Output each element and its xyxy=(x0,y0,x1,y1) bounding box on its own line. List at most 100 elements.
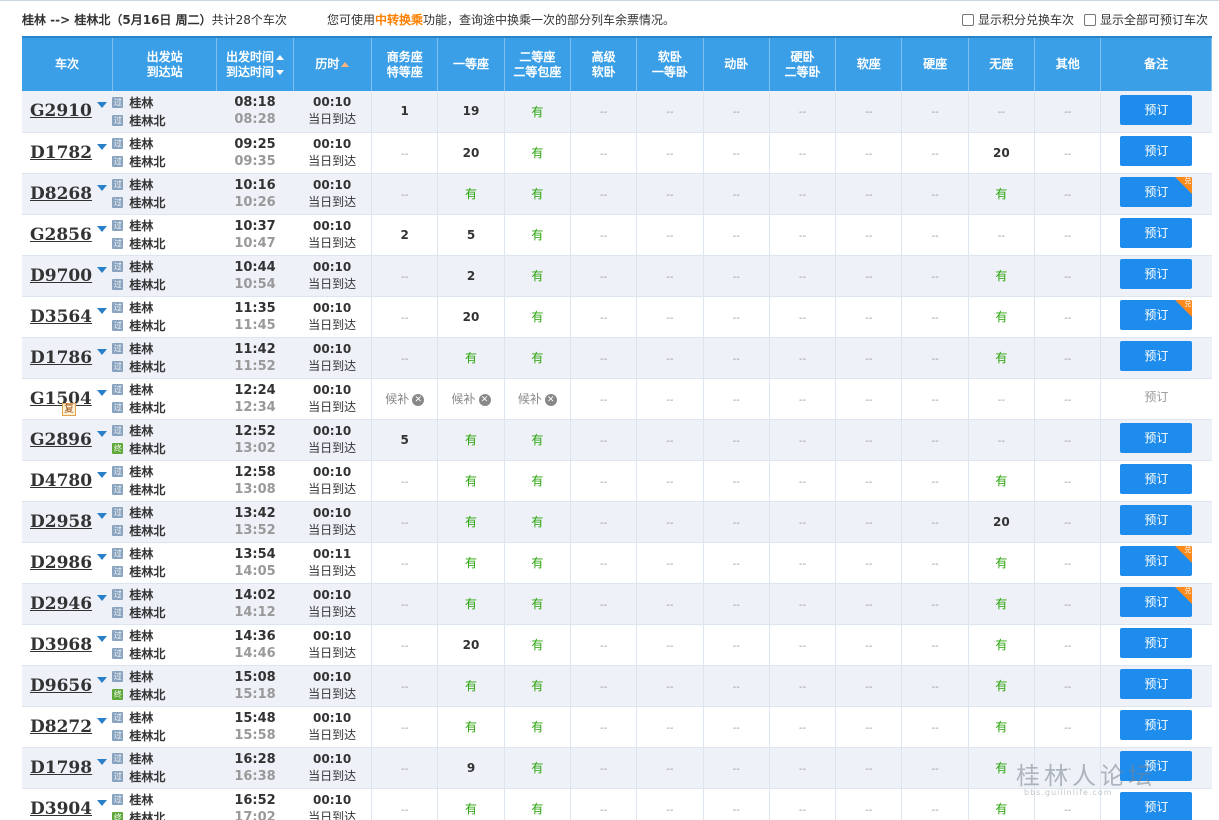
expand-stops-icon[interactable] xyxy=(97,512,107,519)
book-button[interactable]: 预订 xyxy=(1120,464,1193,494)
expand-stops-icon[interactable] xyxy=(97,799,107,806)
book-button[interactable]: 预订 xyxy=(1120,94,1193,125)
sort-up-icon[interactable] xyxy=(276,54,285,60)
expand-stops-icon[interactable] xyxy=(97,143,107,150)
book-button[interactable]: 预订兑 xyxy=(1120,300,1193,330)
seat-availability[interactable]: 候补 ✕ xyxy=(437,378,505,420)
seat-availability: 有 xyxy=(967,542,1035,584)
seat-availability: 有 xyxy=(503,337,571,379)
expand-stops-icon[interactable] xyxy=(97,307,107,314)
seat-availability: -- xyxy=(1034,214,1101,256)
arrival-station-name: 桂林北 xyxy=(129,401,166,415)
book-button[interactable]: 预订 xyxy=(1120,628,1193,658)
departure-station: 过桂林 xyxy=(112,381,216,399)
checkbox-icon[interactable] xyxy=(1084,13,1096,26)
train-number-link[interactable]: D1782 xyxy=(30,143,92,163)
book-button[interactable]: 预订 xyxy=(1120,136,1193,166)
expand-stops-icon[interactable] xyxy=(97,430,107,437)
train-number-link[interactable]: D1798 xyxy=(30,758,92,778)
book-button[interactable]: 预订 xyxy=(1120,792,1193,820)
expand-stops-icon[interactable] xyxy=(97,102,107,108)
train-number-link[interactable]: D3968 xyxy=(30,635,92,655)
header-time-sort[interactable]: 出发时间 到达时间 xyxy=(216,37,294,91)
waitlist-label[interactable]: 候补 ✕ xyxy=(518,392,557,406)
expand-stops-icon[interactable] xyxy=(97,676,107,683)
station-cell: 过桂林过桂林北 xyxy=(112,173,217,215)
seat-availability: -- xyxy=(371,132,438,174)
book-button[interactable]: 预订 xyxy=(1120,423,1193,453)
train-number-link[interactable]: D2986 xyxy=(30,553,92,573)
expand-stops-icon[interactable] xyxy=(97,348,107,355)
checkbox-icon[interactable] xyxy=(962,13,974,26)
seat-availability: -- xyxy=(702,378,770,420)
time-cell: 16:28 16:38 xyxy=(216,747,294,789)
train-number-link[interactable]: D1786 xyxy=(30,348,92,368)
seat-availability[interactable]: 候补 ✕ xyxy=(371,378,438,420)
train-number-link[interactable]: D3564 xyxy=(30,307,92,327)
train-number-link[interactable]: D8268 xyxy=(30,184,92,204)
book-button[interactable]: 预订兑 xyxy=(1120,177,1193,207)
book-button[interactable]: 预订 xyxy=(1120,505,1193,535)
seat-availability: -- xyxy=(835,296,902,338)
train-number-cell: D2946 xyxy=(22,583,113,625)
waitlist-label[interactable]: 候补 ✕ xyxy=(452,392,491,406)
train-number-link[interactable]: G1504 xyxy=(30,389,92,409)
table-row: D3968 过桂林过桂林北 14:36 14:46 00:10 当日到达 -- 20 有 -- --… xyxy=(22,624,1212,666)
station-cell: 过桂林过桂林北 xyxy=(112,337,217,379)
train-number-link[interactable]: D9656 xyxy=(30,676,92,696)
book-button[interactable]: 预订 xyxy=(1120,341,1193,371)
book-button[interactable]: 预订 xyxy=(1120,259,1193,289)
expand-stops-icon[interactable] xyxy=(97,758,107,765)
points-exchange-checkbox[interactable]: 显示积分兑换车次 xyxy=(962,11,1074,28)
train-number-link[interactable]: G2896 xyxy=(30,430,92,450)
train-number-link[interactable]: D4780 xyxy=(30,471,92,491)
arrival-time: 11:45 xyxy=(234,317,276,333)
duration-cell: 00:10 当日到达 xyxy=(293,665,372,707)
expand-stops-icon[interactable] xyxy=(97,717,107,724)
arrival-station-name: 桂林北 xyxy=(129,155,166,169)
arrival-time: 10:47 xyxy=(234,235,276,251)
departure-station-name: 桂林 xyxy=(129,547,154,561)
train-number-link[interactable]: D8272 xyxy=(30,717,92,737)
sort-down-icon[interactable] xyxy=(276,69,285,75)
book-button[interactable]: 预订兑 xyxy=(1120,587,1193,617)
train-number-link[interactable]: D3904 xyxy=(30,799,92,819)
train-number-cell: D3904 xyxy=(22,788,113,820)
expand-stops-icon[interactable] xyxy=(97,635,107,642)
expand-stops-icon[interactable] xyxy=(97,389,107,396)
expand-stops-icon[interactable] xyxy=(97,471,107,478)
train-number-link[interactable]: D9700 xyxy=(30,266,92,286)
sort-up-icon[interactable] xyxy=(341,62,350,67)
departure-time: 13:54 xyxy=(234,546,276,562)
seat-availability: -- xyxy=(901,583,969,625)
seat-availability: -- xyxy=(901,132,969,174)
book-button[interactable]: 预订 xyxy=(1120,710,1193,740)
header-duration-sort[interactable]: 历时 xyxy=(293,37,373,91)
arrival-day: 当日到达 xyxy=(308,686,357,701)
expand-stops-icon[interactable] xyxy=(97,225,107,232)
waitlist-label[interactable]: 候补 ✕ xyxy=(385,392,425,406)
seat-availability[interactable]: 候补 ✕ xyxy=(503,378,571,420)
transfer-link[interactable]: 中转换乘 xyxy=(375,13,423,27)
book-button[interactable]: 预订兑 xyxy=(1120,546,1193,576)
all-bookable-checkbox[interactable]: 显示全部可预订车次 xyxy=(1084,11,1208,28)
train-number-link[interactable]: D2946 xyxy=(30,594,92,614)
book-button[interactable]: 预订 xyxy=(1120,669,1193,699)
expand-stops-icon[interactable] xyxy=(97,594,107,601)
seat-availability: -- xyxy=(636,296,704,338)
time-cell: 08:18 08:28 xyxy=(216,91,294,133)
expand-stops-icon[interactable] xyxy=(97,184,107,191)
train-number-cell: D4780 xyxy=(22,460,113,502)
train-number-link[interactable]: G2910 xyxy=(30,101,92,121)
expand-stops-icon[interactable] xyxy=(97,266,107,273)
seat-availability: -- xyxy=(901,337,969,379)
seat-availability: -- xyxy=(569,501,637,543)
pass-through-icon: 过 xyxy=(112,320,124,331)
book-button[interactable]: 预订 xyxy=(1120,218,1193,248)
seat-availability: -- xyxy=(1034,337,1101,379)
train-number-link[interactable]: D2958 xyxy=(30,512,92,532)
train-number-link[interactable]: G2856 xyxy=(30,225,92,245)
expand-stops-icon[interactable] xyxy=(97,553,107,560)
seat-availability: -- xyxy=(768,378,836,420)
seat-availability: -- xyxy=(702,460,770,502)
